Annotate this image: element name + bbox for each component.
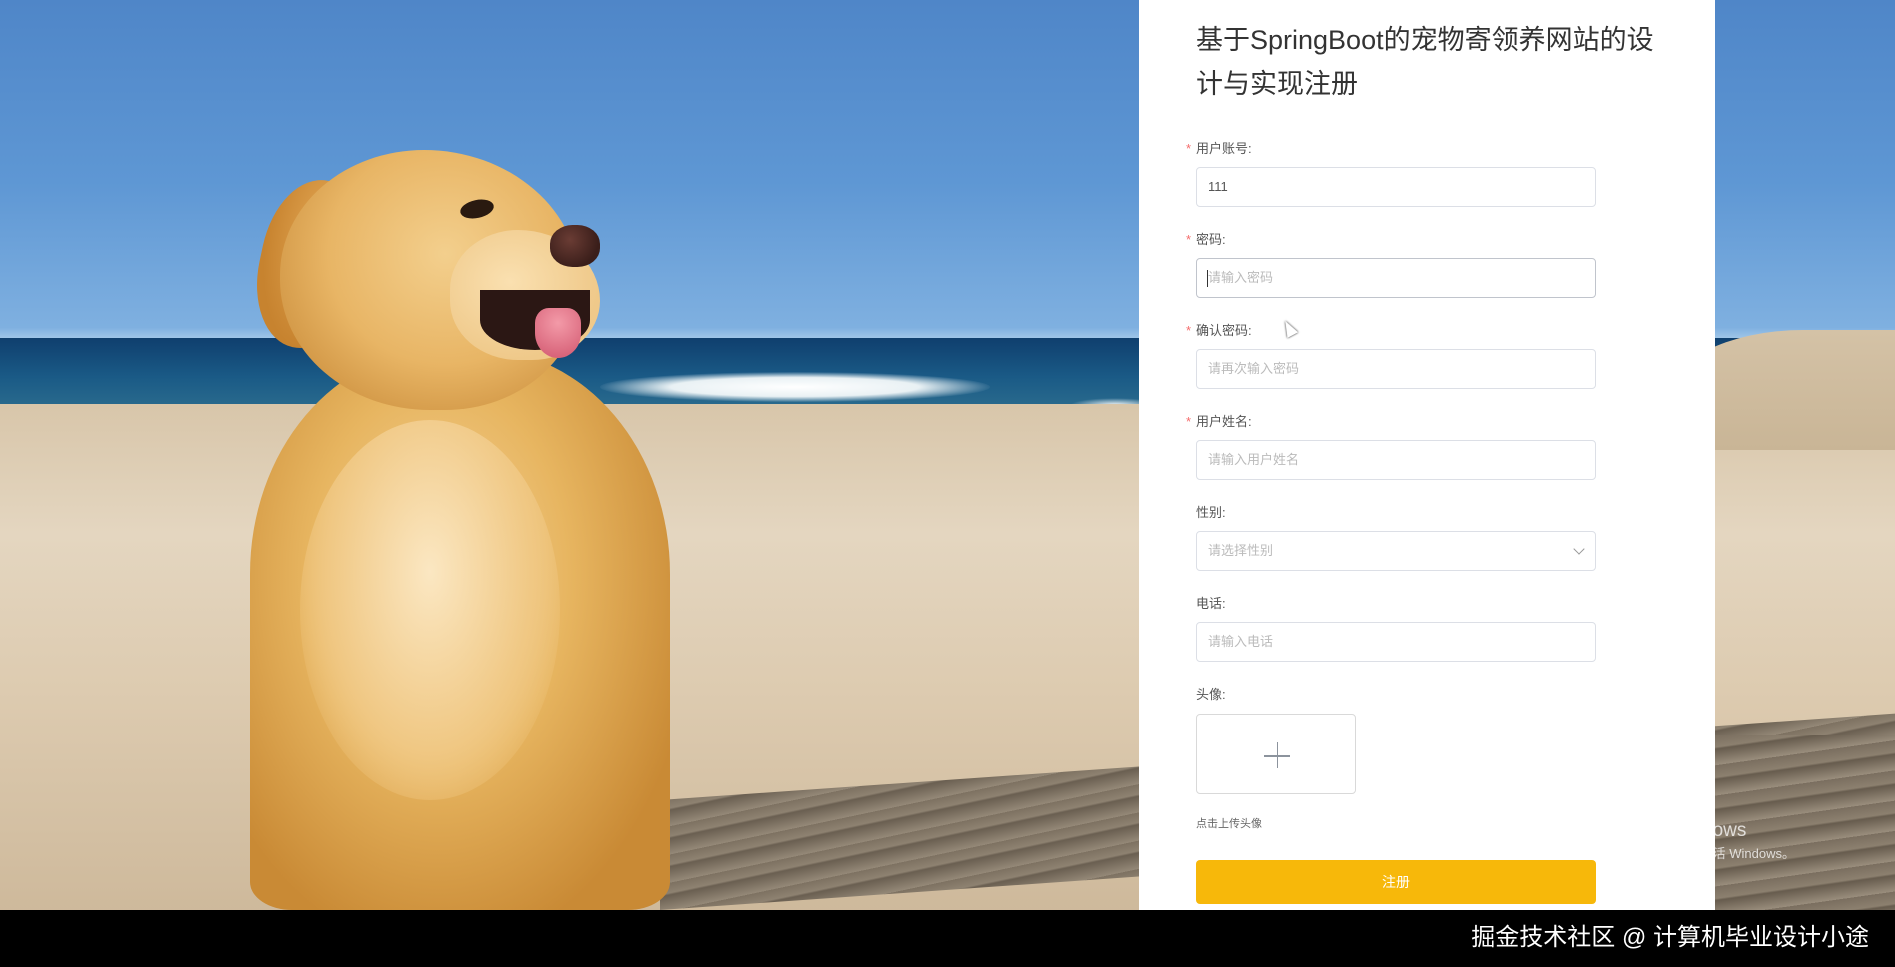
phone-placeholder: 请输入电话 (1208, 634, 1274, 649)
bottom-bar: 掘金技术社区 @ 计算机毕业设计小途 (0, 910, 1895, 967)
avatar-label: 头像: (1196, 687, 1226, 702)
confirm-password-placeholder: 请再次输入密码 (1208, 361, 1300, 376)
account-input-value: 111 (1208, 179, 1228, 194)
dog-nose (550, 225, 600, 267)
page-title: 基于SpringBoot的宠物寄领养网站的设计与实现注册 (1196, 25, 1654, 99)
upload-tip: 点击上传头像 (1196, 818, 1262, 830)
dog-tongue (535, 308, 581, 358)
real-name-label: 用户姓名: (1196, 414, 1252, 429)
required-mark: * (1186, 232, 1192, 247)
golden-retriever-image (240, 150, 700, 910)
register-button[interactable]: 注册 (1196, 860, 1596, 904)
confirm-password-label-wrap: * 确认密码: (1186, 323, 1252, 339)
chevron-down-icon (1573, 543, 1585, 555)
phone-input[interactable]: 请输入电话 (1196, 622, 1596, 662)
password-label: 密码: (1196, 232, 1226, 247)
required-mark: * (1186, 141, 1192, 156)
account-label: 用户账号: (1196, 141, 1252, 156)
gender-label: 性别: (1196, 505, 1226, 520)
watermark-line2: 转到“设置”以激活 Windows。 (1626, 846, 1796, 861)
account-input[interactable]: 111 (1196, 167, 1596, 207)
register-panel: 基于SpringBoot的宠物寄领养网站的设计与实现注册 * 用户账号: 111… (1139, 0, 1715, 910)
plus-icon-vertical (1276, 742, 1278, 768)
text-caret (1207, 270, 1208, 287)
confirm-password-label: 确认密码: (1196, 323, 1252, 338)
dog-chest (300, 420, 560, 800)
required-mark: * (1186, 414, 1192, 429)
password-input[interactable]: 请输入密码 (1196, 258, 1596, 298)
windows-activation-watermark: 激活 Windows 转到“设置”以激活 Windows。 (1626, 818, 1795, 864)
credit-text: 掘金技术社区 @ 计算机毕业设计小途 (1471, 924, 1869, 951)
real-name-label-wrap: * 用户姓名: (1186, 414, 1252, 430)
password-label-wrap: * 密码: (1186, 232, 1226, 248)
watermark-line1: 激活 Windows (1626, 820, 1747, 841)
required-mark: * (1186, 323, 1192, 338)
password-placeholder: 请输入密码 (1208, 270, 1274, 285)
gender-placeholder: 请选择性别 (1208, 543, 1274, 558)
avatar-uploader[interactable] (1196, 714, 1356, 794)
phone-label: 电话: (1196, 596, 1226, 611)
real-name-input[interactable]: 请输入用户姓名 (1196, 440, 1596, 480)
real-name-placeholder: 请输入用户姓名 (1208, 452, 1300, 467)
confirm-password-input[interactable]: 请再次输入密码 (1196, 349, 1596, 389)
account-label-wrap: * 用户账号: (1186, 141, 1252, 157)
gender-select[interactable]: 请选择性别 (1196, 531, 1596, 571)
